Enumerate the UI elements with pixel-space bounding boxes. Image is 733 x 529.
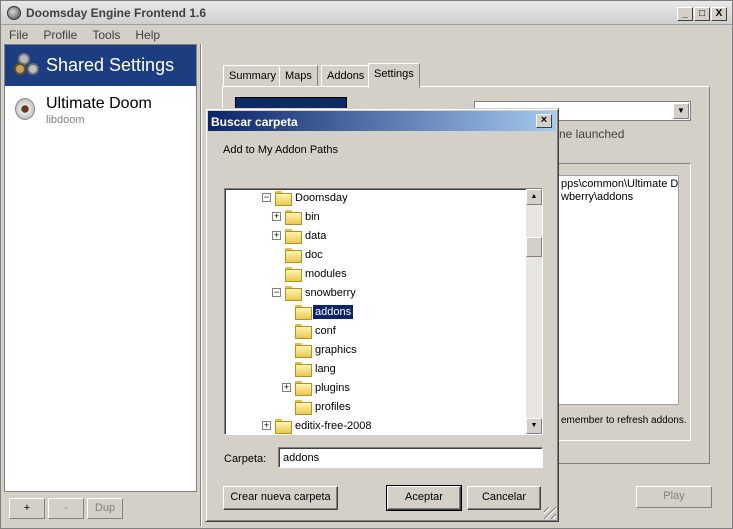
list-item[interactable]: pps\common\Ultimate Do xyxy=(561,178,678,190)
tree-item-label: snowberry xyxy=(305,287,356,299)
folder-icon xyxy=(285,286,302,301)
list-item[interactable]: wberry\addons xyxy=(561,191,633,203)
tree-item-doc[interactable]: doc xyxy=(225,246,525,264)
tree-item-conf[interactable]: conf xyxy=(225,322,525,340)
profile-list: Shared Settings Ultimate Doom libdoom xyxy=(4,44,197,492)
tree-item-label: conf xyxy=(315,325,336,337)
doom-icon xyxy=(15,98,35,120)
tree-item-lang[interactable]: lang xyxy=(225,360,525,378)
profile-title: Ultimate Doom xyxy=(46,95,152,112)
browse-folder-dialog: Buscar carpeta × Add to My Addon Paths −… xyxy=(205,108,559,522)
menu-help[interactable]: Help xyxy=(127,26,167,42)
resize-grip-icon[interactable] xyxy=(544,507,556,519)
tab-summary[interactable]: Summary xyxy=(223,65,283,87)
scroll-up-icon[interactable]: ▲ xyxy=(526,189,542,205)
folder-icon xyxy=(285,267,302,282)
remove-profile-button[interactable]: - xyxy=(48,498,84,519)
profile-label: Shared Settings xyxy=(46,55,175,75)
profile-shared-settings[interactable]: Shared Settings xyxy=(5,45,196,86)
tree-item-editix[interactable]: + editix-free-2008 xyxy=(225,417,525,434)
folder-icon xyxy=(275,191,292,206)
tree-item-label: plugins xyxy=(315,382,350,394)
expand-icon[interactable]: + xyxy=(272,231,281,240)
collapse-icon[interactable]: − xyxy=(262,193,271,202)
folder-field-label: Carpeta: xyxy=(224,453,267,465)
tree-item-data[interactable]: + data xyxy=(225,227,525,245)
tree-item-label: Doomsday xyxy=(295,192,348,204)
tree-item-label: profiles xyxy=(315,401,351,413)
tree-item-plugins[interactable]: + plugins xyxy=(225,379,525,397)
tree-item-modules[interactable]: modules xyxy=(225,265,525,283)
folder-icon xyxy=(295,324,312,339)
doomsday-logo-icon xyxy=(7,6,21,20)
folder-tree[interactable]: − Doomsday + bin + data doc modules − sn… xyxy=(224,188,543,435)
folder-icon xyxy=(285,229,302,244)
panel-splitter[interactable] xyxy=(200,44,202,526)
dialog-prompt: Add to My Addon Paths xyxy=(223,144,338,156)
tree-scrollbar[interactable]: ▲ ▼ xyxy=(526,189,542,434)
cancel-button[interactable]: Cancelar xyxy=(467,486,541,510)
folder-icon xyxy=(285,248,302,263)
gears-icon xyxy=(14,53,40,77)
play-button[interactable]: Play xyxy=(636,486,712,508)
window-title: Doomsday Engine Frontend 1.6 xyxy=(26,6,207,20)
tree-item-addons[interactable]: addons xyxy=(225,303,525,321)
folder-icon xyxy=(295,381,312,396)
folder-icon xyxy=(295,343,312,358)
menu-profile[interactable]: Profile xyxy=(35,26,84,42)
expand-icon[interactable]: + xyxy=(262,421,271,430)
folder-input[interactable] xyxy=(278,447,543,468)
tree-item-label: graphics xyxy=(315,344,357,356)
tree-item-label: bin xyxy=(305,211,320,223)
folder-open-icon xyxy=(295,305,312,320)
menu-tools[interactable]: Tools xyxy=(84,26,127,42)
refresh-note: emember to refresh addons. xyxy=(561,415,687,426)
dialog-title-bar[interactable]: Buscar carpeta × xyxy=(208,111,556,131)
tree-item-label: data xyxy=(305,230,327,242)
add-profile-button[interactable]: + xyxy=(9,498,45,519)
duplicate-profile-button[interactable]: Dup xyxy=(87,498,123,519)
tree-item-bin[interactable]: + bin xyxy=(225,208,525,226)
addon-paths-list[interactable]: pps\common\Ultimate Do wberry\addons xyxy=(550,175,679,405)
folder-icon xyxy=(275,419,292,434)
tree-item-label: editix-free-2008 xyxy=(295,420,372,432)
close-button[interactable]: X xyxy=(711,7,727,21)
profile-ultimate-doom[interactable]: Ultimate Doom libdoom xyxy=(5,92,196,132)
tab-maps[interactable]: Maps xyxy=(279,65,318,87)
chevron-down-icon[interactable]: ▼ xyxy=(673,103,689,119)
tree-item-label: doc xyxy=(305,249,323,261)
tree-item-label: addons xyxy=(311,304,355,320)
collapse-icon[interactable]: − xyxy=(272,288,281,297)
new-folder-button[interactable]: Crear nueva carpeta xyxy=(223,486,338,510)
dialog-title: Buscar carpeta xyxy=(211,115,298,129)
tree-item-doomsday[interactable]: − Doomsday xyxy=(225,189,525,207)
menu-file[interactable]: File xyxy=(1,26,35,42)
tree-item-label: lang xyxy=(315,363,336,375)
ok-button[interactable]: Aceptar xyxy=(386,485,462,511)
tree-item-label: modules xyxy=(305,268,347,280)
minimize-button[interactable]: _ xyxy=(677,7,693,21)
tab-addons[interactable]: Addons xyxy=(321,65,371,87)
dialog-close-button[interactable]: × xyxy=(536,114,552,128)
folder-icon xyxy=(295,400,312,415)
menu-bar: File Profile Tools Help xyxy=(1,26,732,44)
launch-option-label: ne launched xyxy=(559,127,625,141)
expand-icon[interactable]: + xyxy=(282,383,291,392)
title-bar[interactable]: Doomsday Engine Frontend 1.6 _ □ X xyxy=(1,1,732,25)
tree-item-graphics[interactable]: graphics xyxy=(225,341,525,359)
scroll-thumb[interactable] xyxy=(526,237,542,257)
expand-icon[interactable]: + xyxy=(272,212,281,221)
tree-item-snowberry[interactable]: − snowberry xyxy=(225,284,525,302)
folder-icon xyxy=(295,362,312,377)
tree-item-profiles[interactable]: profiles xyxy=(225,398,525,416)
scroll-down-icon[interactable]: ▼ xyxy=(526,418,542,434)
maximize-button[interactable]: □ xyxy=(694,7,710,21)
tab-settings[interactable]: Settings xyxy=(368,63,420,88)
folder-icon xyxy=(285,210,302,225)
profile-subtitle: libdoom xyxy=(46,114,85,126)
